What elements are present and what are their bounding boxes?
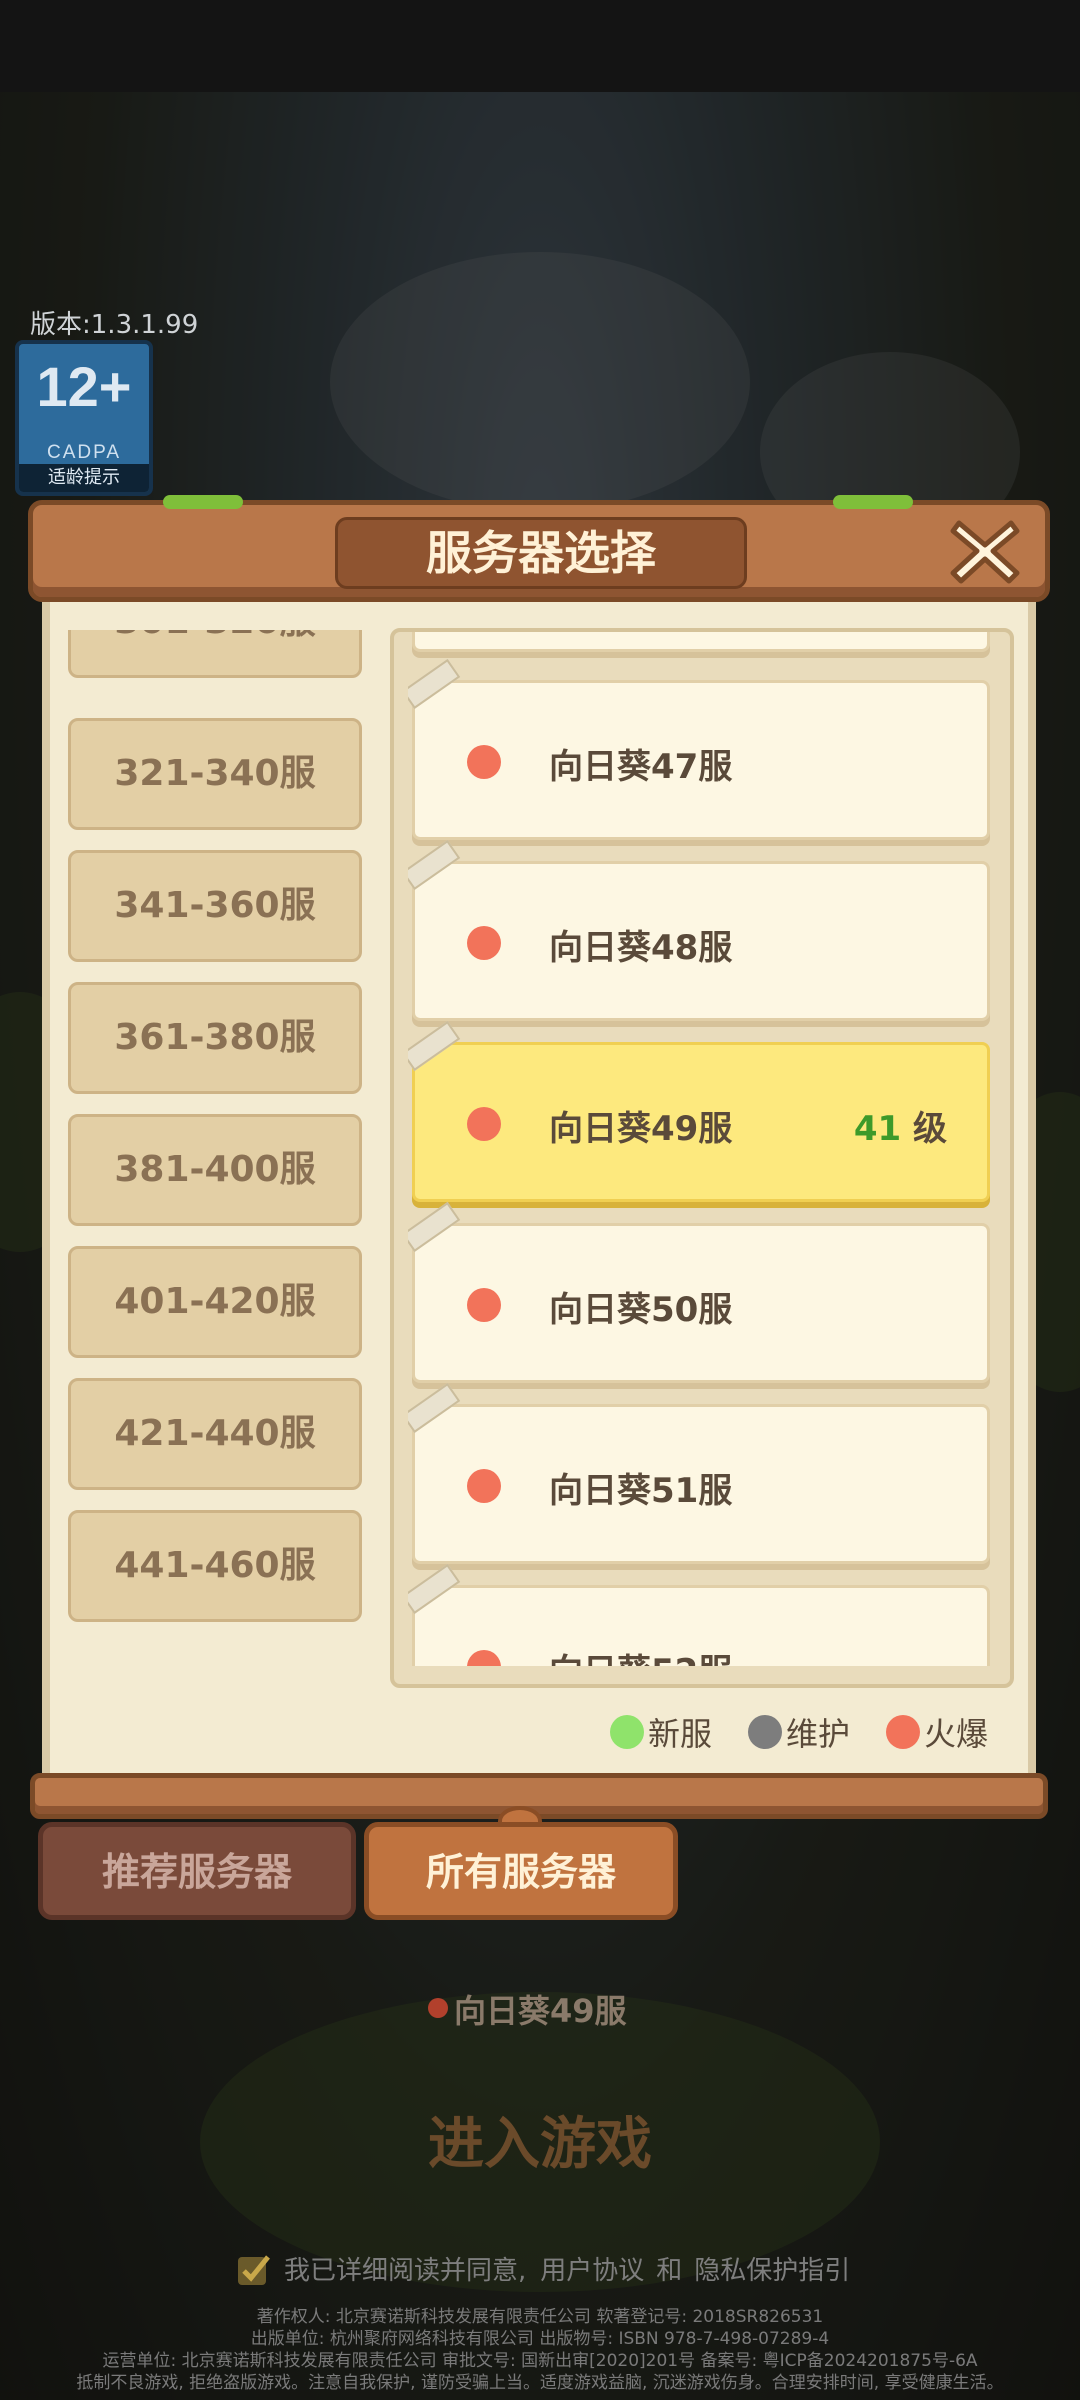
privacy-guide-link[interactable]: 隐私保护指引 (694, 2250, 850, 2287)
server-card[interactable]: 向日葵50服 (408, 1201, 990, 1383)
tape-decoration (408, 1020, 461, 1072)
legend-new: 新服 (610, 1709, 712, 1755)
status-dot-hot (467, 1469, 501, 1503)
legend-dot-new (610, 1715, 644, 1749)
server-name: 向日葵49服 (549, 1109, 733, 1149)
server-range-list[interactable]: 301-320服 321-340服 341-360服 361-380服 381-… (68, 630, 362, 1630)
status-legend: 新服 维护 火爆 (610, 1710, 988, 1754)
agreement-and: 和 (656, 2256, 683, 2286)
legend-dot-maintenance (748, 1715, 783, 1749)
legal-line-1: 著作权人: 北京赛诺斯科技发展有限责任公司 软著登记号: 2018SR82653… (256, 2307, 824, 2327)
checkbox-checked-icon[interactable] (236, 2251, 272, 2287)
server-name: 向日葵52服 (549, 1644, 732, 1666)
status-dot-hot (467, 745, 501, 779)
server-name: 向日葵50服 (549, 1290, 733, 1330)
current-server[interactable]: 向日葵49服 (424, 1986, 627, 2032)
age-rating: 12+ (36, 355, 132, 418)
agreement-row: 我已详细阅读并同意, 用户协议 和 隐私保护指引 (236, 2250, 850, 2287)
tape-decoration (408, 1201, 461, 1253)
status-dot-hot (467, 1650, 501, 1666)
close-icon[interactable] (943, 509, 1027, 593)
server-name: 向日葵51服 (549, 1471, 733, 1511)
legend-dot-hot (886, 1715, 921, 1749)
legend-label: 火爆 (924, 1715, 989, 1753)
range-item[interactable]: 321-340服 (68, 718, 362, 830)
server-dialog-header: 服务器选择 (28, 495, 1050, 602)
dialog-title: 服务器选择 (335, 517, 747, 589)
range-item[interactable]: 401-420服 (68, 1246, 362, 1358)
server-card-partial[interactable] (412, 632, 990, 652)
server-list[interactable]: 向日葵47服 向日葵48服 向日葵49服 41 级 向日葵50服 向日葵51服 … (408, 632, 994, 1666)
age-rating-badge: 12+ CADPA 适龄提示 (15, 340, 153, 496)
server-card[interactable]: 向日葵52服 (408, 1563, 990, 1666)
tape-decoration (408, 658, 461, 710)
legend-maintenance: 维护 (748, 1709, 850, 1755)
status-dot-hot (467, 1288, 501, 1322)
range-item[interactable]: 441-460服 (68, 1510, 362, 1622)
legend-hot: 火爆 (886, 1709, 988, 1755)
current-server-label: 向日葵49服 (454, 1992, 627, 2030)
server-dialog-footer (30, 1773, 1048, 1819)
status-dot-hot (467, 926, 501, 960)
tab-recommended-servers[interactable]: 推荐服务器 (38, 1822, 356, 1920)
version-label: 版本:1.3.1.99 (30, 310, 199, 340)
range-item[interactable]: 421-440服 (68, 1378, 362, 1490)
server-card[interactable]: 向日葵47服 (408, 658, 990, 840)
legal-line-3: 运营单位: 北京赛诺斯科技发展有限责任公司 审批文号: 国新出审[2020]20… (102, 2351, 978, 2371)
tape-decoration (408, 839, 461, 891)
range-item[interactable]: 361-380服 (68, 982, 362, 1094)
grass-decoration (163, 495, 243, 509)
legal-line-4: 抵制不良游戏, 拒绝盗版游戏。注意自我保护, 谨防受骗上当。适度游戏益脑, 沉迷… (76, 2373, 1004, 2393)
server-card[interactable]: 向日葵48服 (408, 839, 990, 1021)
server-card[interactable]: 向日葵51服 (408, 1382, 990, 1564)
age-rating-tip: 适龄提示 (19, 464, 149, 492)
screen: 版本:1.3.1.99 12+ CADPA 适龄提示 向日葵49服 进入游戏 我… (0, 0, 1080, 2400)
legal-line-2: 出版单位: 杭州聚府网络科技有限公司 出版物号: ISBN 978-7-498-… (250, 2329, 830, 2349)
legend-label: 新服 (648, 1715, 713, 1753)
server-name: 向日葵48服 (549, 928, 733, 968)
character-level: 41 级 (854, 1101, 947, 1150)
agreement-prefix: 我已详细阅读并同意, (284, 2256, 527, 2286)
tape-decoration (408, 1382, 461, 1434)
range-item[interactable]: 301-320服 (68, 630, 362, 678)
user-agreement-link[interactable]: 用户协议 (540, 2250, 644, 2287)
range-item[interactable]: 341-360服 (68, 850, 362, 962)
level-unit: 级 (913, 1109, 947, 1149)
server-card-selected[interactable]: 向日葵49服 41 级 (408, 1020, 990, 1202)
legend-label: 维护 (786, 1715, 851, 1753)
range-item[interactable]: 381-400服 (68, 1114, 362, 1226)
tape-decoration (408, 1563, 461, 1615)
server-name: 向日葵47服 (549, 747, 733, 787)
enter-game-button[interactable]: 进入游戏 (340, 2100, 740, 2190)
level-number: 41 (853, 1109, 902, 1149)
grass-decoration (833, 495, 913, 509)
age-rating-org: CADPA (46, 442, 122, 463)
tab-all-servers[interactable]: 所有服务器 (364, 1822, 678, 1920)
status-dot-hot (467, 1107, 501, 1141)
